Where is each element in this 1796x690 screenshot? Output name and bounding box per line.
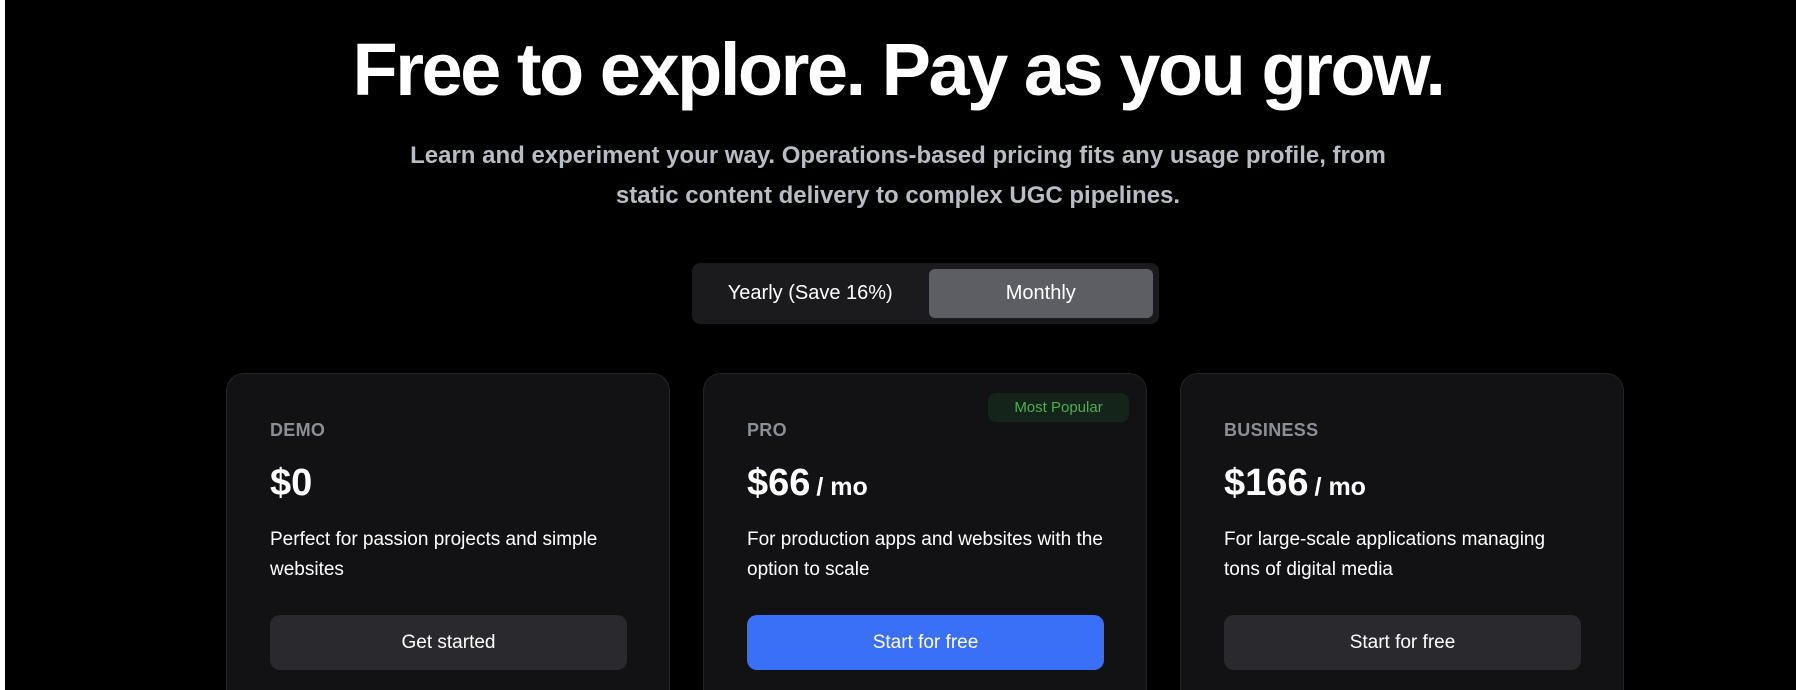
most-popular-badge: Most Popular [988, 393, 1129, 422]
plan-price-period: / mo [816, 473, 868, 501]
pricing-cards: DEMO $0 Perfect for passion projects and… [226, 373, 1626, 690]
start-for-free-button[interactable]: Start for free [1224, 615, 1581, 670]
plan-price-period: / mo [1314, 473, 1366, 501]
plan-card-business: BUSINESS $166/ mo For large-scale applic… [1180, 373, 1624, 690]
pricing-hero: Free to explore. Pay as you grow. Learn … [0, 30, 1796, 216]
plan-tier: DEMO [270, 420, 326, 440]
plan-description: Perfect for passion projects and simple … [270, 529, 598, 580]
plan-price-amount: $0 [270, 462, 313, 504]
toggle-yearly[interactable]: Yearly (Save 16%) [698, 269, 923, 318]
start-for-free-button[interactable]: Start for free [747, 615, 1104, 670]
plan-price: $66/ mo [747, 462, 868, 505]
plan-price: $0 [270, 462, 312, 505]
toggle-monthly[interactable]: Monthly [928, 269, 1153, 318]
plan-tier: PRO [747, 420, 787, 440]
plan-price: $166/ mo [1224, 462, 1366, 505]
plan-description: For production apps and websites with th… [747, 529, 1103, 580]
plan-price-amount: $166 [1224, 462, 1309, 504]
billing-period-toggle: Yearly (Save 16%) Monthly [692, 263, 1159, 324]
plan-description: For large-scale applications managing to… [1224, 529, 1546, 580]
plan-card-pro: Most Popular PRO $66/ mo For production … [703, 373, 1147, 690]
plan-card-demo: DEMO $0 Perfect for passion projects and… [226, 373, 670, 690]
page-title: Free to explore. Pay as you grow. [352, 28, 1446, 111]
plan-tier: BUSINESS [1224, 420, 1319, 440]
page-subtitle: Learn and experiment your way. Operation… [410, 142, 1386, 209]
get-started-button[interactable]: Get started [270, 615, 627, 670]
plan-price-amount: $66 [747, 462, 811, 504]
